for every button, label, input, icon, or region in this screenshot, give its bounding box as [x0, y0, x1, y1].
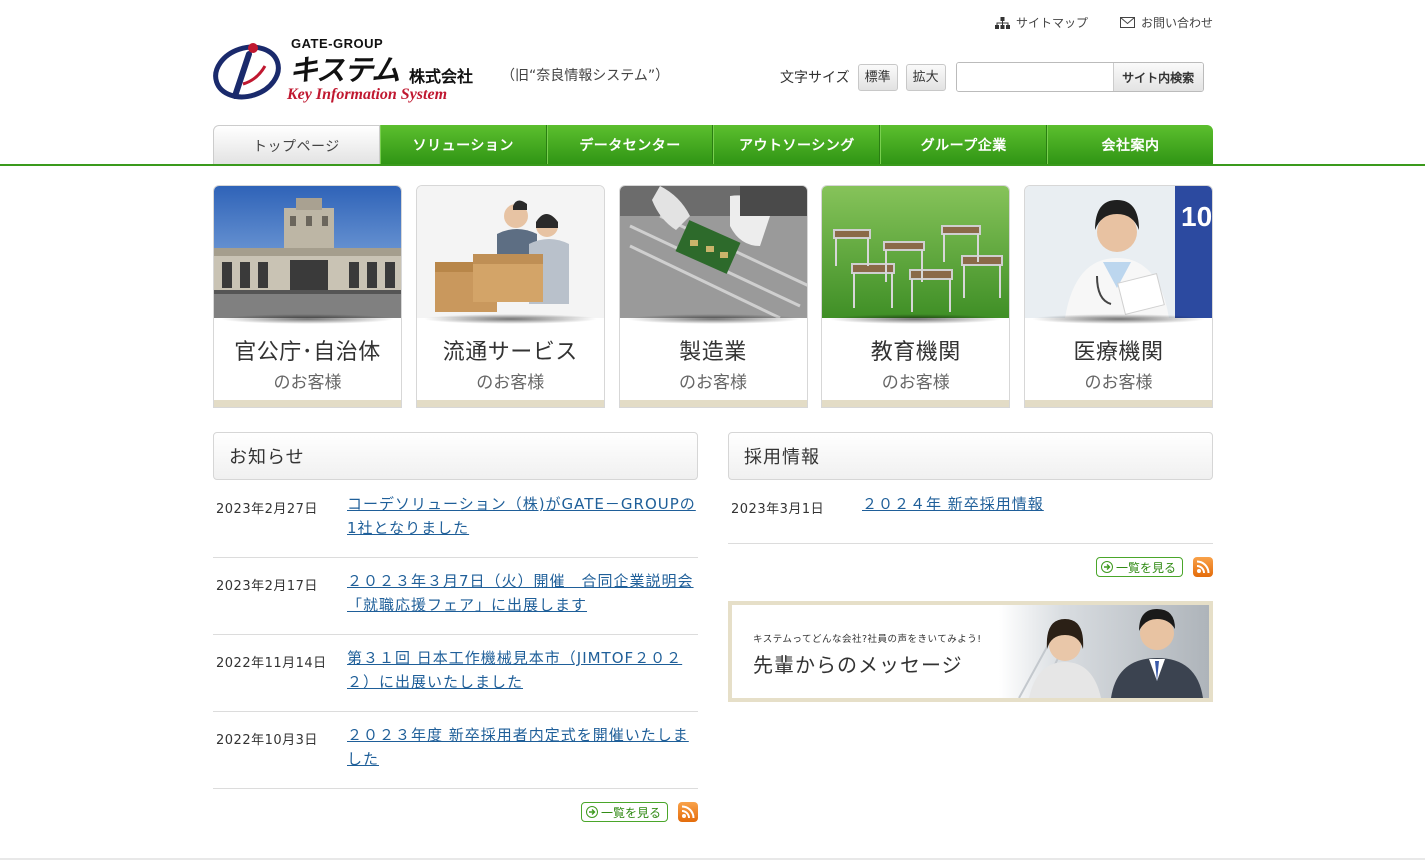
- logo-corp-text: 株式会社: [409, 67, 474, 86]
- nav-datacenter[interactable]: データセンター: [546, 125, 714, 165]
- recruit-panel: 採用情報 2023年3月1日 ２０２４年 新卒採用情報 一覧を見る キステムって…: [728, 432, 1213, 702]
- nav-outsourcing[interactable]: アウトソーシング: [713, 125, 881, 165]
- medical-doctor-image: 10: [1025, 186, 1212, 318]
- news-panel: お知らせ 2023年2月27日 コーデソリューション（株)がGATE－GROUP…: [213, 432, 698, 824]
- banner-subtitle: キステムってどんな会社?社員の声をきいてみよう!: [753, 634, 982, 645]
- utility-links: サイトマップ お問い合わせ: [995, 14, 1213, 31]
- tile-government[interactable]: 官公庁･自治体 のお客様: [213, 185, 402, 408]
- news-link[interactable]: コーデソリューション（株)がGATE－GROUPの1社となりました: [347, 492, 698, 541]
- logo-english-name: Key Information System: [287, 86, 448, 103]
- tile-medical-sub: のお客様: [1084, 373, 1153, 393]
- nav-company[interactable]: 会社案内: [1047, 125, 1213, 165]
- recruit-more-label: 一覧を見る: [1115, 560, 1176, 575]
- sitemap-link[interactable]: サイトマップ: [995, 14, 1088, 31]
- tile-government-sub: のお客様: [273, 373, 342, 393]
- font-size-normal-button[interactable]: 標準: [857, 63, 898, 91]
- header-tools: 文字サイズ 標準 拡大 サイト内検索: [780, 62, 1204, 92]
- nav-solution[interactable]: ソリューション: [379, 125, 547, 165]
- nav-divider: [0, 164, 1425, 166]
- sitemap-icon: [995, 16, 1010, 29]
- font-size-large-button[interactable]: 拡大: [905, 63, 946, 91]
- news-item: 2023年2月27日 コーデソリューション（株)がGATE－GROUPの1社とな…: [213, 492, 698, 558]
- news-list: 2023年2月27日 コーデソリューション（株)がGATE－GROUPの1社とな…: [213, 492, 698, 789]
- tile-distribution-title: 流通サービス: [442, 340, 578, 365]
- tile-education-title: 教育機関: [870, 340, 961, 365]
- font-size-label: 文字サイズ: [780, 70, 850, 86]
- site-logo[interactable]: GATE-GROUP キステム 株式会社 （旧“奈良情報システム”） Key I…: [213, 36, 683, 108]
- tile-education[interactable]: 教育機関 のお客様: [821, 185, 1011, 408]
- tile-government-title: 官公庁･自治体: [234, 340, 381, 365]
- news-more-label: 一覧を見る: [600, 805, 661, 820]
- news-link[interactable]: ２０２３年３月7日（火）開催 合同企業説明会「就職応援フェア」に出展します: [347, 569, 698, 618]
- news-footer: 一覧を見る: [213, 800, 698, 824]
- banner-employees-image: [999, 605, 1209, 698]
- news-link[interactable]: 第３１回 日本工作機械見本市（JIMTOF２０２２）に出展いたしました: [347, 646, 698, 695]
- logo-old-name: （旧“奈良情報システム”）: [501, 68, 670, 84]
- global-nav: トップページ ソリューション データセンター アウトソーシング グループ企業 会…: [213, 125, 1213, 165]
- recruit-date: 2023年3月1日: [731, 502, 825, 517]
- recruit-item: 2023年3月1日 ２０２４年 新卒採用情報: [728, 492, 1213, 544]
- senior-message-banner[interactable]: キステムってどんな会社?社員の声をきいてみよう! 先輩からのメッセージ: [728, 601, 1213, 702]
- news-more-button[interactable]: 一覧を見る: [580, 802, 668, 822]
- industry-tiles: 官公庁･自治体 のお客様 流通サービス のお客様 製造業 のお客様 教育機関 の…: [213, 185, 1213, 408]
- arrow-right-icon: [585, 806, 598, 818]
- recruit-list: 2023年3月1日 ２０２４年 新卒採用情報: [728, 492, 1213, 544]
- tile-manufacturing-sub: のお客様: [679, 373, 747, 393]
- recruit-heading: 採用情報: [728, 432, 1213, 480]
- news-date: 2022年10月3日: [216, 733, 318, 748]
- government-building-image: [214, 186, 401, 318]
- logo-group-text: GATE-GROUP: [291, 36, 384, 51]
- nav-group[interactable]: グループ企業: [880, 125, 1048, 165]
- tile-medical-title: 医療機関: [1073, 340, 1164, 365]
- education-desks-image: [822, 186, 1010, 318]
- search-input[interactable]: [956, 63, 1113, 91]
- news-date: 2023年2月27日: [216, 502, 318, 517]
- logo-mark-icon: [213, 43, 281, 100]
- sitemap-label: サイトマップ: [1016, 16, 1089, 30]
- news-date: 2022年11月14日: [216, 656, 327, 671]
- tile-medical[interactable]: 10 医療機関 のお客様: [1024, 185, 1213, 408]
- contact-label: お問い合わせ: [1140, 16, 1213, 30]
- tile-distribution-sub: のお客様: [476, 373, 545, 393]
- tile-manufacturing-title: 製造業: [679, 340, 747, 365]
- news-date: 2023年2月17日: [216, 579, 318, 594]
- news-item: 2022年10月3日 ２０２３年度 新卒採用者内定式を開催いたしました: [213, 723, 698, 789]
- distribution-workers-image: [416, 186, 604, 318]
- tile-manufacturing[interactable]: 製造業 のお客様: [618, 185, 808, 408]
- nav-top[interactable]: トップページ: [213, 125, 380, 165]
- logo-company-name: キステム: [289, 53, 400, 87]
- banner-title: 先輩からのメッセージ: [753, 653, 963, 677]
- contact-link[interactable]: お問い合わせ: [1119, 14, 1213, 31]
- recruit-footer: 一覧を見る: [728, 555, 1213, 579]
- tile-education-sub: のお客様: [881, 373, 950, 393]
- news-item: 2022年11月14日 第３１回 日本工作機械見本市（JIMTOF２０２２）に出…: [213, 646, 698, 712]
- recruit-more-button[interactable]: 一覧を見る: [1095, 557, 1183, 577]
- news-item: 2023年2月17日 ２０２３年３月7日（火）開催 合同企業説明会「就職応援フェ…: [213, 569, 698, 635]
- recruit-rss-icon[interactable]: [1193, 557, 1213, 577]
- site-search: サイト内検索: [955, 62, 1204, 92]
- search-button[interactable]: サイト内検索: [1112, 63, 1203, 91]
- mail-icon: [1119, 17, 1135, 28]
- arrow-right-icon: [1100, 561, 1113, 573]
- svg-text:10: 10: [1181, 201, 1212, 232]
- news-rss-icon[interactable]: [678, 802, 698, 822]
- manufacturing-circuit-image: [619, 186, 807, 318]
- news-heading: お知らせ: [213, 432, 698, 480]
- tile-distribution[interactable]: 流通サービス のお客様: [415, 185, 605, 408]
- news-link[interactable]: ２０２３年度 新卒採用者内定式を開催いたしました: [347, 723, 698, 772]
- recruit-link[interactable]: ２０２４年 新卒採用情報: [862, 492, 1044, 529]
